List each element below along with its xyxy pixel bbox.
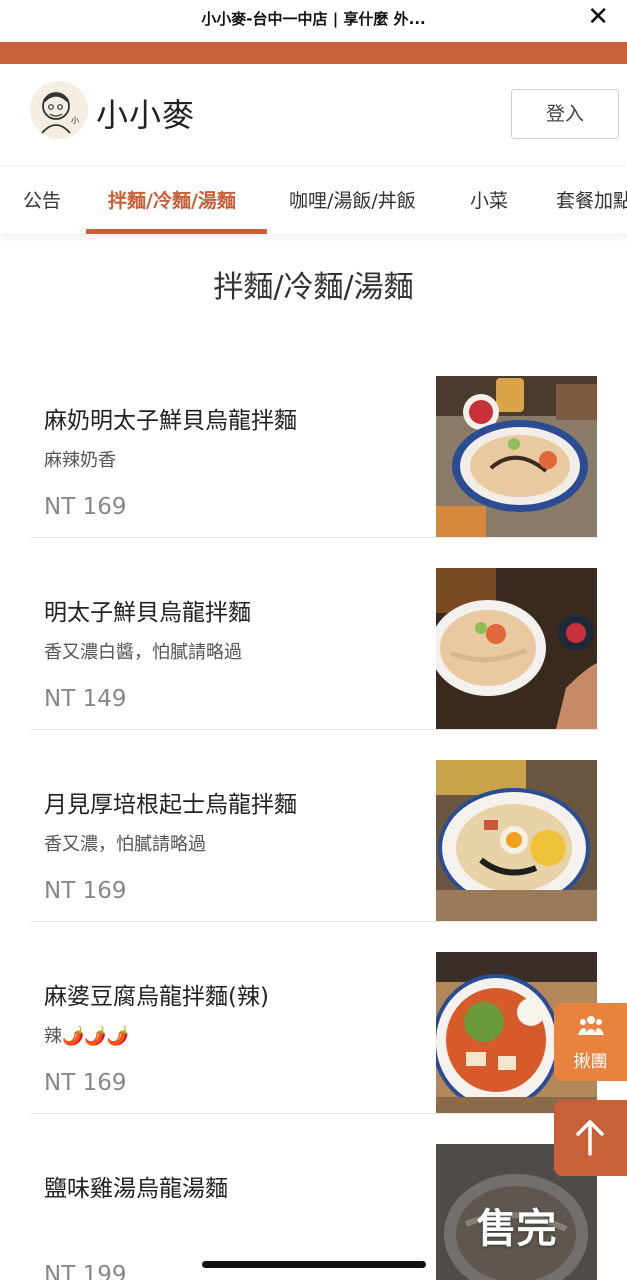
item-price: NT 169 xyxy=(44,878,127,904)
home-indicator xyxy=(202,1261,426,1268)
sold-out-label: 售完 xyxy=(476,1206,557,1252)
tab-side-dishes[interactable]: 小菜 xyxy=(470,186,508,213)
people-icon xyxy=(578,1016,604,1035)
store-name: 小小麥 xyxy=(96,96,196,134)
item-photo xyxy=(436,568,597,729)
item-name: 月見厚培根起士烏龍拌麵 xyxy=(44,792,297,818)
group-order-label: 揪團 xyxy=(573,1052,608,1072)
menu-item[interactable]: 鹽味雞湯烏龍湯麵 NT 199 售完 xyxy=(30,1144,597,1280)
page-tab-title: 小小麥-台中一中店 | 享什麼 外... xyxy=(201,10,426,28)
login-button[interactable]: 登入 xyxy=(511,89,619,139)
tab-noodles[interactable]: 拌麵/冷麵/湯麵 xyxy=(108,186,236,213)
browser-topbar: 小小麥-台中一中店 | 享什麼 外... ✕ xyxy=(0,0,627,42)
item-price: NT 149 xyxy=(44,686,127,712)
item-description: 香又濃，怕膩請略過 xyxy=(44,834,206,855)
item-description: 香又濃白醬，怕膩請略過 xyxy=(44,642,242,663)
item-name: 鹽味雞湯烏龍湯麵 xyxy=(44,1176,228,1202)
store-header: 小 小小麥 登入 xyxy=(0,64,627,166)
item-price: NT 169 xyxy=(44,494,127,520)
item-photo xyxy=(436,760,597,921)
tab-set-addons[interactable]: 套餐加點 xyxy=(556,186,627,213)
arrow-up-icon xyxy=(576,1120,604,1156)
item-price: NT 169 xyxy=(44,1070,127,1096)
tab-announcement[interactable]: 公告 xyxy=(23,186,61,213)
menu-item[interactable]: 明太子鮮貝烏龍拌麵 香又濃白醬，怕膩請略過 NT 149 xyxy=(30,568,597,730)
category-tabs: 公告 拌麵/冷麵/湯麵 咖哩/湯飯/丼飯 小菜 套餐加點 xyxy=(0,166,627,234)
item-photo xyxy=(436,376,597,537)
close-icon[interactable]: ✕ xyxy=(587,2,609,32)
store-logo: 小 xyxy=(30,81,88,139)
back-to-top-button[interactable] xyxy=(554,1100,627,1176)
section-title: 拌麵/冷麵/湯麵 xyxy=(213,270,414,305)
item-price: NT 199 xyxy=(44,1262,127,1280)
item-description: 麻辣奶香 xyxy=(44,450,116,471)
menu-item[interactable]: 月見厚培根起士烏龍拌麵 香又濃，怕膩請略過 NT 169 xyxy=(30,760,597,922)
menu-item[interactable]: 麻婆豆腐烏龍拌麵(辣) 辣🌶️🌶️🌶️ NT 169 xyxy=(30,952,597,1114)
item-description: 辣🌶️🌶️🌶️ xyxy=(44,1026,130,1047)
tab-curry-rice[interactable]: 咖哩/湯飯/丼飯 xyxy=(289,186,416,213)
brand-color-bar xyxy=(0,42,627,64)
item-name: 明太子鮮貝烏龍拌麵 xyxy=(44,600,251,626)
item-name: 麻奶明太子鮮貝烏龍拌麵 xyxy=(44,408,297,434)
active-tab-indicator xyxy=(86,229,267,234)
menu-item[interactable]: 麻奶明太子鮮貝烏龍拌麵 麻辣奶香 NT 169 xyxy=(30,376,597,538)
group-order-button[interactable]: 揪團 xyxy=(554,1003,627,1081)
svg-text:小: 小 xyxy=(71,116,79,125)
item-name: 麻婆豆腐烏龍拌麵(辣) xyxy=(44,984,269,1010)
